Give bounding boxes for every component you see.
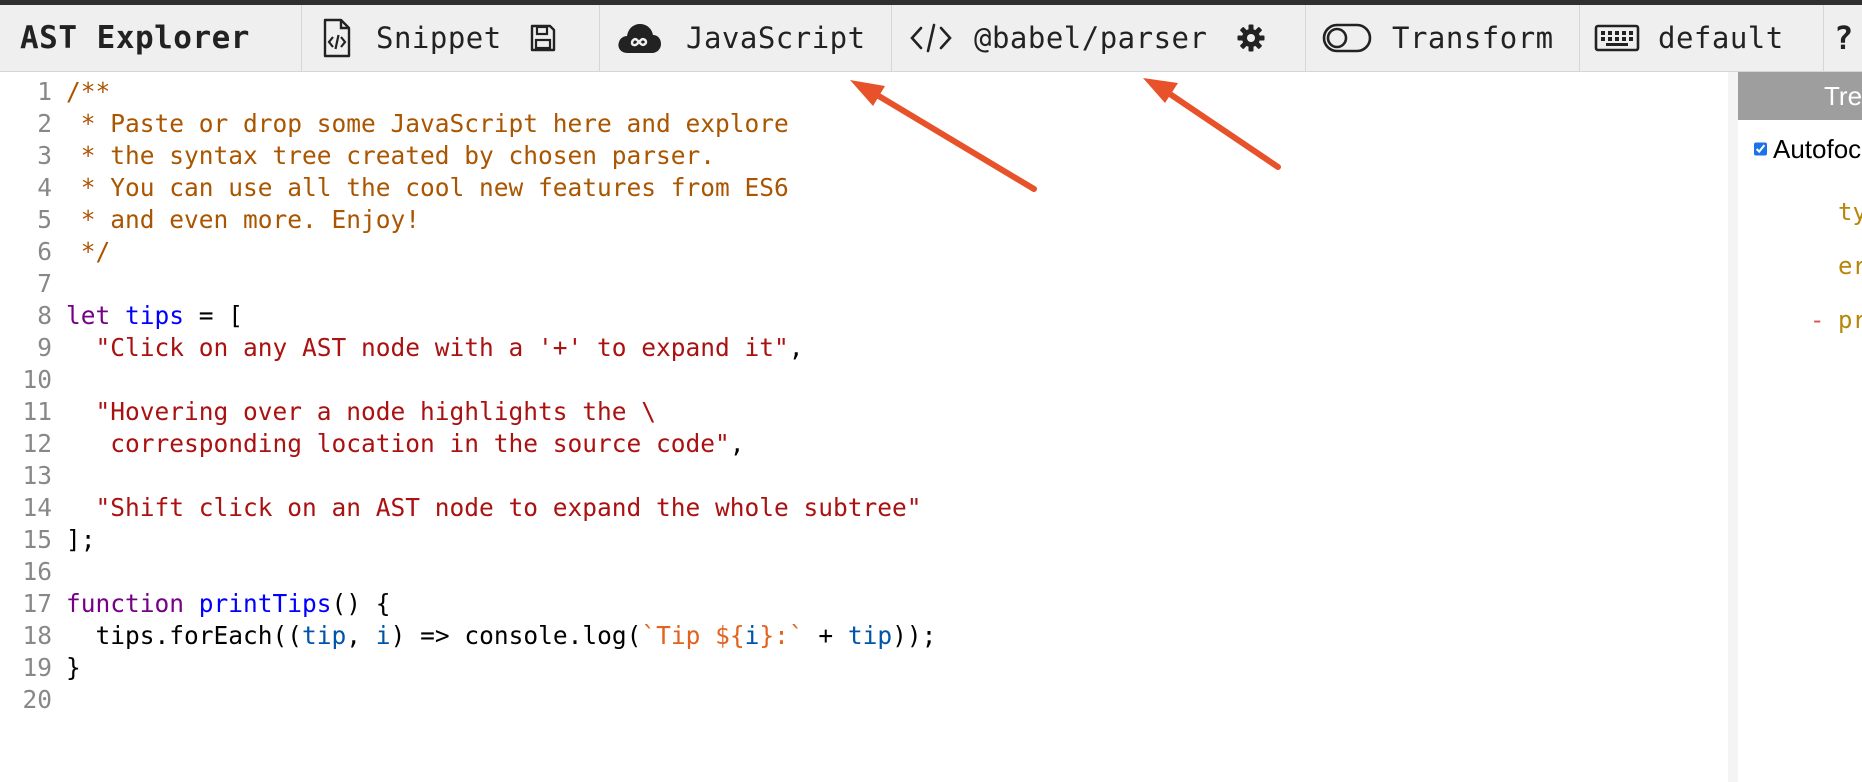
toolbar: AST Explorer Snippet JavaScript @babel/p… xyxy=(0,5,1862,72)
cloud-icon xyxy=(616,21,662,55)
collapse-toggle[interactable]: - xyxy=(1810,306,1824,334)
variable-token: tip xyxy=(302,621,347,650)
code-text: ]; xyxy=(66,525,96,554)
line-number: 20 xyxy=(22,685,52,714)
code-text: * You can use all the cool new features … xyxy=(66,173,789,202)
variable-token: i xyxy=(375,621,391,650)
string-token: corresponding location in the source cod… xyxy=(66,429,730,458)
keyword-token: let xyxy=(66,301,111,330)
line-number: 3 xyxy=(37,141,52,170)
plain-token: = [ xyxy=(184,301,244,330)
transform-label: Transform xyxy=(1392,21,1554,55)
code-text: let tips = [ xyxy=(66,300,243,332)
line-number: 1 xyxy=(37,77,52,106)
code-text: function printTips() { xyxy=(66,588,391,620)
template-token: }:` xyxy=(759,621,804,650)
panel-divider[interactable] xyxy=(1728,72,1738,782)
keyword-token: function xyxy=(66,589,185,618)
transform-toggle[interactable]: Transform xyxy=(1306,5,1580,71)
code-text: tips.forEach((tip, i) => console.log(`Ti… xyxy=(66,620,937,652)
keyboard-icon xyxy=(1594,23,1640,53)
snippet-menu[interactable]: Snippet xyxy=(302,5,600,71)
tab-tree-label: Tree xyxy=(1824,81,1862,111)
ast-tree-view: ty er - pr xyxy=(1738,178,1862,782)
help-label: ? xyxy=(1834,19,1854,57)
string-token: "Shift click on an AST node to expand th… xyxy=(66,493,922,522)
autofocus-label: Autofocus xyxy=(1773,133,1862,164)
parser-selector[interactable]: @babel/parser xyxy=(892,5,1306,71)
language-label: JavaScript xyxy=(686,21,866,55)
line-number: 15 xyxy=(22,525,52,554)
line-number: 9 xyxy=(37,333,52,362)
plain-token: () { xyxy=(331,589,391,618)
parser-label: @babel/parser xyxy=(974,21,1208,55)
code-text: corresponding location in the source cod… xyxy=(66,428,745,460)
line-number: 19 xyxy=(22,653,52,682)
keymap-label: default xyxy=(1658,21,1784,55)
definition-token: printTips xyxy=(198,589,332,618)
line-number: 2 xyxy=(37,109,52,138)
file-code-icon xyxy=(322,18,352,58)
line-number: 6 xyxy=(37,237,52,266)
snippet-label: Snippet xyxy=(376,21,502,55)
toggle-off-icon xyxy=(1322,23,1372,53)
gear-icon[interactable] xyxy=(1237,24,1265,52)
line-number: 7 xyxy=(37,269,52,298)
line-number: 13 xyxy=(22,461,52,490)
line-number: 12 xyxy=(22,429,52,458)
tree-node-key[interactable]: pr xyxy=(1838,306,1862,334)
line-number: 14 xyxy=(22,493,52,522)
line-number: 10 xyxy=(22,365,52,394)
definition-token: tips xyxy=(125,301,185,330)
plain-token: ) => console.log( xyxy=(390,621,642,650)
string-token: "Hovering over a node highlights the \ xyxy=(66,397,657,426)
autofocus-checkbox[interactable] xyxy=(1754,137,1767,161)
save-icon[interactable] xyxy=(530,24,556,52)
plain-token: , xyxy=(788,333,804,362)
code-editor[interactable]: 1 /** 2 * Paste or drop some JavaScript h… xyxy=(0,72,1729,782)
code-text: * and even more. Enjoy! xyxy=(66,205,421,234)
tree-node-key[interactable]: er xyxy=(1838,252,1862,280)
string-token: "Click on any AST node with a '+' to exp… xyxy=(66,333,789,362)
help-button[interactable]: ? xyxy=(1824,5,1862,71)
tab-tree[interactable]: Tree xyxy=(1738,72,1862,120)
plain-token: + xyxy=(803,621,848,650)
app-title: AST Explorer xyxy=(0,5,302,71)
code-text: * the syntax tree created by chosen pars… xyxy=(66,141,716,170)
autofocus-option[interactable]: Autofocus xyxy=(1738,120,1862,178)
tree-node-key[interactable]: ty xyxy=(1838,198,1862,226)
variable-token: i xyxy=(744,621,760,650)
code-text: * Paste or drop some JavaScript here and… xyxy=(66,109,789,138)
plain-token: , xyxy=(346,621,376,650)
line-number: 11 xyxy=(22,397,52,426)
keymap-selector[interactable]: default xyxy=(1580,5,1824,71)
code-icon xyxy=(910,23,952,53)
line-number: 16 xyxy=(22,557,52,586)
code-text: /** xyxy=(66,77,111,106)
output-panel: Tree Autofocus ty er - pr xyxy=(1738,72,1862,782)
plain-token: )); xyxy=(892,621,937,650)
line-number: 4 xyxy=(37,173,52,202)
plain-token: tips.forEach(( xyxy=(66,621,303,650)
code-text: */ xyxy=(66,237,111,266)
plain-token: , xyxy=(729,429,745,458)
variable-token: tip xyxy=(847,621,893,650)
line-number: 17 xyxy=(22,589,52,618)
code-text: "Click on any AST node with a '+' to exp… xyxy=(66,332,804,364)
line-number: 18 xyxy=(22,621,52,650)
code-text: } xyxy=(66,653,81,682)
template-token: `Tip ${ xyxy=(641,621,745,650)
line-number: 5 xyxy=(37,205,52,234)
language-selector[interactable]: JavaScript xyxy=(600,5,892,71)
app-title-text: AST Explorer xyxy=(20,20,250,56)
line-number: 8 xyxy=(37,301,52,330)
